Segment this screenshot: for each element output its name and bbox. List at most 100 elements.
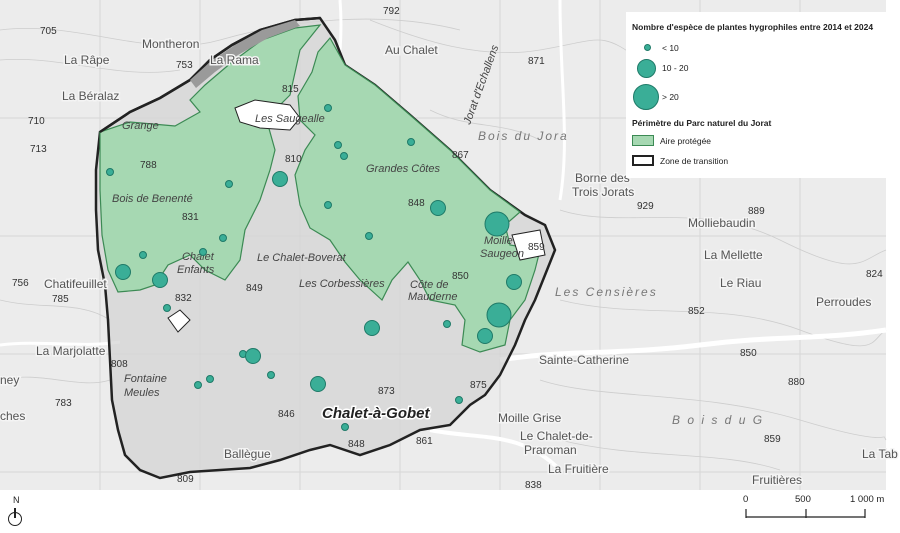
label-grandes-cotes: Grandes Côtes <box>366 163 440 175</box>
altitude-label: 871 <box>528 56 545 67</box>
legend-label-transition: Zone de transition <box>660 156 729 166</box>
altitude-label: 889 <box>748 206 765 217</box>
label-fruitieres: Fruitières <box>752 473 802 487</box>
point-small <box>407 138 415 146</box>
point-small <box>443 320 451 328</box>
altitude-label: 783 <box>55 398 72 409</box>
legend-species-title: Nombre d'espèce de plantes hygrophiles e… <box>632 22 874 32</box>
label-chatifeuillet: Chatifeuillet <box>44 277 107 291</box>
label-enfants: Enfants <box>177 264 215 276</box>
label-bois-du-g: B o i s d u G <box>672 413 764 427</box>
label-la-beralaz: La Béralaz <box>62 89 119 103</box>
label-la-tab: La Tab <box>862 447 898 461</box>
point-large <box>486 302 512 328</box>
point-large <box>484 211 510 237</box>
legend-label-protected: Aire protégée <box>660 136 712 146</box>
point-medium <box>272 171 288 187</box>
label-chalet: Chalet <box>182 251 215 263</box>
point-small <box>106 168 114 176</box>
label-saugeon: Saugeon <box>480 248 524 260</box>
label-moille-grise: Moille Grise <box>498 411 562 425</box>
label-moille: Moille <box>484 235 513 247</box>
point-small <box>340 152 348 160</box>
north-arrow-needle <box>14 508 16 518</box>
altitude-label: 710 <box>28 116 45 127</box>
point-small <box>139 251 147 259</box>
point-small <box>206 375 214 383</box>
label-perroudes: Perroudes <box>816 295 871 309</box>
legend-label-medium: 10 - 20 <box>662 63 689 73</box>
point-small <box>324 201 332 209</box>
altitude-label: 848 <box>348 439 365 450</box>
altitude-label: 850 <box>740 348 757 359</box>
altitude-label: 788 <box>140 160 157 171</box>
altitude-label: 792 <box>383 6 400 17</box>
legend-label-large: > 20 <box>662 92 679 102</box>
north-arrow: N <box>7 495 29 531</box>
altitude-label: 832 <box>175 293 192 304</box>
label-ballegue: Ballègue <box>224 447 271 461</box>
point-small <box>163 304 171 312</box>
label-fontaine: Fontaine <box>124 373 167 385</box>
label-le-riau: Le Riau <box>720 276 761 290</box>
altitude-label: 809 <box>177 474 194 485</box>
label-la-marjolatte: La Marjolatte <box>36 344 106 358</box>
point-medium <box>152 272 168 288</box>
point-small <box>324 104 332 112</box>
point-medium <box>245 348 261 364</box>
altitude-label: 713 <box>30 144 47 155</box>
altitude-label: 873 <box>378 386 395 397</box>
label-montheron: Montheron <box>142 37 199 51</box>
altitude-label: 850 <box>452 271 469 282</box>
altitude-label: 929 <box>637 201 654 212</box>
label-mauderne: Mauderne <box>408 291 458 303</box>
legend-label-small: < 10 <box>662 43 679 53</box>
label-le-chalet-boverat: Le Chalet-Boverat <box>257 252 347 264</box>
label-ney: ney <box>0 373 19 387</box>
point-small <box>199 248 207 256</box>
altitude-label: 753 <box>176 60 193 71</box>
point-small <box>194 381 202 389</box>
altitude-label: 848 <box>408 198 425 209</box>
label-chalet-a-gobet: Chalet-à-Gobet <box>322 405 431 422</box>
point-medium <box>115 264 131 280</box>
label-borne: Borne des <box>575 171 630 185</box>
altitude-label: 875 <box>470 380 487 391</box>
altitude-label: 831 <box>182 212 199 223</box>
point-small <box>341 423 349 431</box>
point-medium <box>364 320 380 336</box>
scale-bar: 0 500 1 000 m <box>740 494 900 524</box>
altitude-label: 810 <box>285 154 302 165</box>
altitude-label: 867 <box>452 150 469 161</box>
label-ches: ches <box>0 409 25 423</box>
altitude-label: 815 <box>282 84 299 95</box>
label-meules: Meules <box>124 387 160 399</box>
legend: Nombre d'espèce de plantes hygrophiles e… <box>626 12 891 178</box>
point-small <box>334 141 342 149</box>
point-medium <box>477 328 493 344</box>
altitude-label: 861 <box>416 436 433 447</box>
point-small <box>267 371 275 379</box>
north-label: N <box>13 495 20 505</box>
label-au-chalet: Au Chalet <box>385 43 438 57</box>
label-cote-de: Côte de <box>410 279 449 291</box>
altitude-label: 880 <box>788 377 805 388</box>
scale-bar-graphic <box>745 509 866 518</box>
label-molliebaudin: Molliebaudin <box>688 216 755 230</box>
label-sainte-catherine: Sainte-Catherine <box>539 353 629 367</box>
point-medium <box>506 274 522 290</box>
legend-swatch-protected <box>632 135 654 146</box>
label-bois-benente: Bois de Benenté <box>112 193 193 205</box>
point-small <box>225 180 233 188</box>
altitude-label: 859 <box>528 242 545 253</box>
legend-symbol-medium <box>637 59 656 78</box>
altitude-label: 838 <box>525 480 542 491</box>
altitude-label: 824 <box>866 269 883 280</box>
label-la-fruitiere: La Fruitière <box>548 462 609 476</box>
point-small <box>365 232 373 240</box>
label-les-censieres: Les Censières <box>555 285 658 299</box>
point-small <box>455 396 463 404</box>
label-la-rape: La Râpe <box>64 53 110 67</box>
label-praroman: Praroman <box>524 443 577 457</box>
altitude-label: 785 <box>52 294 69 305</box>
